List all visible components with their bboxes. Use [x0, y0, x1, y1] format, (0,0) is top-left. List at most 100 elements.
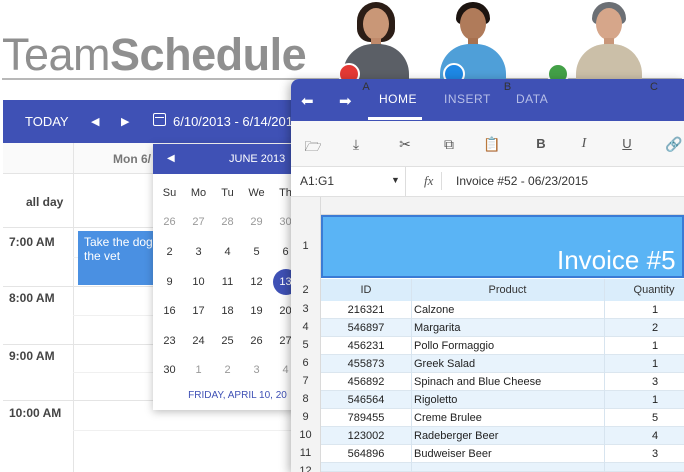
row-header[interactable]: 3: [291, 303, 320, 315]
cell-id[interactable]: 455873: [321, 358, 411, 370]
day-header: Mon 6/: [113, 152, 151, 166]
cell-product[interactable]: Rigoletto: [414, 394, 457, 406]
date-cell[interactable]: 28: [213, 208, 242, 238]
undo-icon[interactable]: ⬅: [301, 92, 314, 110]
cell-id[interactable]: 456892: [321, 376, 411, 388]
function-icon[interactable]: fx: [424, 173, 433, 189]
date-cell[interactable]: 1: [184, 356, 213, 386]
column-header-b[interactable]: B: [411, 81, 604, 93]
header-id[interactable]: ID: [321, 284, 411, 296]
date-cell[interactable]: 29: [242, 208, 271, 238]
cell-product[interactable]: Radeberger Beer: [414, 430, 498, 442]
previous-month-icon[interactable]: ◀: [167, 153, 175, 164]
row-header[interactable]: 12: [291, 465, 320, 472]
cell-quantity[interactable]: 1: [605, 394, 684, 406]
row-header[interactable]: 10: [291, 429, 320, 441]
row-header[interactable]: 6: [291, 357, 320, 369]
row-header[interactable]: 5: [291, 339, 320, 351]
cell-quantity[interactable]: 4: [605, 430, 684, 442]
tab-insert[interactable]: INSERT: [444, 92, 491, 106]
row-header[interactable]: 11: [291, 447, 320, 459]
cell-quantity[interactable]: 3: [605, 376, 684, 388]
cell-id[interactable]: 546897: [321, 322, 411, 334]
formula-input[interactable]: Invoice #52 - 06/23/2015: [456, 174, 588, 188]
cell-quantity[interactable]: 3: [605, 448, 684, 460]
date-cell[interactable]: 5: [242, 237, 271, 267]
copy-icon[interactable]: ⧉: [439, 136, 459, 153]
row-header[interactable]: 2: [291, 284, 320, 296]
date-cell[interactable]: 10: [184, 267, 213, 297]
name-box[interactable]: A1:G1: [300, 174, 334, 188]
row-header[interactable]: 8: [291, 393, 320, 405]
row-header[interactable]: 4: [291, 321, 320, 333]
calendar-icon[interactable]: [153, 113, 166, 126]
link-icon[interactable]: 🔗: [664, 136, 684, 153]
cell-quantity[interactable]: 1: [605, 340, 684, 352]
cell-product[interactable]: Budweiser Beer: [414, 448, 492, 460]
older-man-avatar: [566, 0, 652, 80]
tab-home[interactable]: HOME: [379, 92, 417, 106]
redo-icon[interactable]: ➡: [339, 92, 352, 110]
next-week-icon[interactable]: ▶: [121, 115, 129, 128]
chevron-down-icon[interactable]: ▼: [391, 175, 400, 185]
date-cell[interactable]: 27: [184, 208, 213, 238]
date-cell[interactable]: 26: [155, 208, 184, 238]
cell-id[interactable]: 216321: [321, 304, 411, 316]
cell-product[interactable]: Spinach and Blue Cheese: [414, 376, 541, 388]
date-cell[interactable]: 24: [184, 326, 213, 356]
date-cell[interactable]: 4: [213, 237, 242, 267]
cell-product[interactable]: Creme Brulee: [414, 412, 482, 424]
date-cell[interactable]: 19: [242, 296, 271, 326]
today-footer-link[interactable]: FRIDAY, APRIL 10, 20: [153, 390, 298, 401]
cell-quantity[interactable]: 5: [605, 412, 684, 424]
date-cell[interactable]: 17: [184, 296, 213, 326]
date-cell[interactable]: 16: [155, 296, 184, 326]
row-header[interactable]: 1: [291, 240, 320, 252]
date-cell[interactable]: 2: [213, 356, 242, 386]
cell-product[interactable]: Greek Salad: [414, 358, 475, 370]
date-cell[interactable]: 26: [242, 326, 271, 356]
cell-id[interactable]: 123002: [321, 430, 411, 442]
cell-quantity[interactable]: 2: [605, 322, 684, 334]
row-header[interactable]: 9: [291, 411, 320, 423]
cell-product[interactable]: Pollo Formaggio: [414, 340, 494, 352]
date-cell[interactable]: 12: [242, 267, 271, 297]
tab-data[interactable]: DATA: [516, 92, 548, 106]
column-divider: [411, 279, 412, 472]
column-header-a[interactable]: A: [321, 81, 411, 93]
paste-icon[interactable]: 📋: [482, 136, 502, 153]
date-cell[interactable]: 3: [242, 356, 271, 386]
column-header-c[interactable]: C: [604, 81, 684, 93]
date-cell[interactable]: 25: [213, 326, 242, 356]
cut-icon[interactable]: ✂: [395, 136, 415, 153]
cell-product[interactable]: Calzone: [414, 304, 454, 316]
cell-quantity[interactable]: 1: [605, 358, 684, 370]
date-cell[interactable]: 30: [155, 356, 184, 386]
cell-id[interactable]: 789455: [321, 412, 411, 424]
underline-icon[interactable]: U: [617, 136, 637, 151]
download-icon[interactable]: ⤓: [346, 136, 366, 153]
date-cell[interactable]: 9: [155, 267, 184, 297]
cell-product[interactable]: Margarita: [414, 322, 460, 334]
cell-id[interactable]: 546564: [321, 394, 411, 406]
weekday-label: Tu: [221, 186, 234, 199]
cell-id[interactable]: 564896: [321, 448, 411, 460]
open-folder-icon[interactable]: 🗁: [303, 136, 323, 160]
cell-quantity[interactable]: 1: [605, 304, 684, 316]
date-picker-month[interactable]: JUNE 2013: [229, 153, 285, 165]
cell-id[interactable]: 456231: [321, 340, 411, 352]
header-product[interactable]: Product: [411, 284, 604, 296]
table-row: [321, 463, 684, 472]
date-range-label[interactable]: 6/10/2013 - 6/14/201: [173, 114, 293, 129]
row-header[interactable]: 7: [291, 375, 320, 387]
bold-icon[interactable]: B: [531, 136, 551, 151]
date-cell[interactable]: 2: [155, 237, 184, 267]
date-cell[interactable]: 23: [155, 326, 184, 356]
italic-icon[interactable]: I: [574, 136, 594, 152]
header-quantity[interactable]: Quantity: [604, 284, 684, 296]
date-cell[interactable]: 3: [184, 237, 213, 267]
today-button[interactable]: TODAY: [25, 114, 69, 129]
previous-week-icon[interactable]: ◀: [91, 115, 99, 128]
date-cell[interactable]: 18: [213, 296, 242, 326]
date-cell[interactable]: 11: [213, 267, 242, 297]
